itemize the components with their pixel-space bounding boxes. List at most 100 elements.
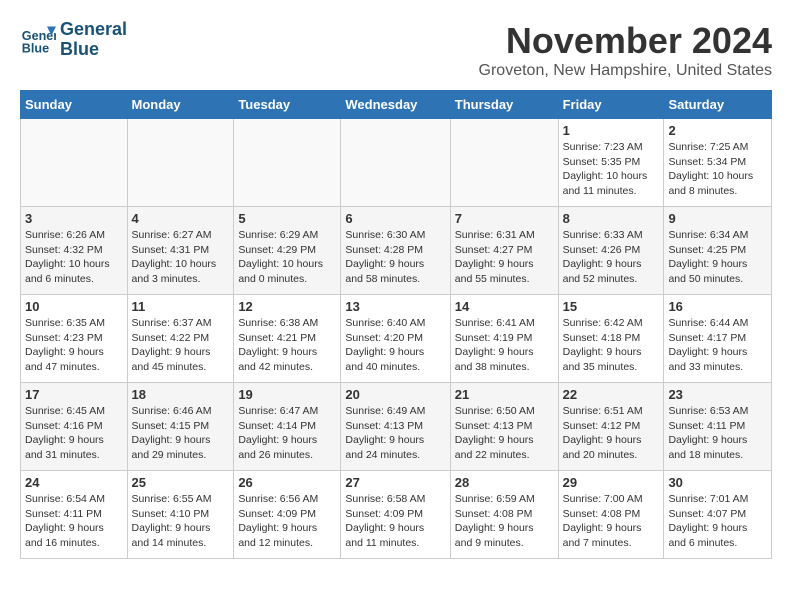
calendar-day-cell: 21 Sunrise: 6:50 AMSunset: 4:13 PMDayligh…: [450, 383, 558, 471]
calendar-day-cell: 28 Sunrise: 6:59 AMSunset: 4:08 PMDayligh…: [450, 471, 558, 559]
calendar-day-cell: 26 Sunrise: 6:56 AMSunset: 4:09 PMDayligh…: [234, 471, 341, 559]
calendar-day-cell: 27Sunrise: 6:58 AMSunset: 4:09 PMDayligh…: [341, 471, 450, 559]
day-number: 15: [563, 299, 660, 314]
day-info: Sunrise: 6:50 AMSunset: 4:13 PMDaylight:…: [455, 404, 554, 463]
calendar-day-cell: 17Sunrise: 6:45 AMSunset: 4:16 PMDayligh…: [21, 383, 128, 471]
weekday-header-thursday: Thursday: [450, 91, 558, 119]
day-number: 30: [668, 475, 767, 490]
day-info: Sunrise: 6:29 AMSunset: 4:29 PMDaylight:…: [238, 228, 336, 287]
weekday-header-friday: Friday: [558, 91, 664, 119]
calendar-day-cell: 18 Sunrise: 6:46 AMSunset: 4:15 PMDayligh…: [127, 383, 234, 471]
calendar-day-cell: 12 Sunrise: 6:38 AMSunset: 4:21 PMDayligh…: [234, 295, 341, 383]
calendar-day-cell: 3Sunrise: 6:26 AMSunset: 4:32 PMDaylight…: [21, 207, 128, 295]
calendar-week-row: 17Sunrise: 6:45 AMSunset: 4:16 PMDayligh…: [21, 383, 772, 471]
page-header: General Blue General Blue November 2024 …: [20, 20, 772, 80]
weekday-header-sunday: Sunday: [21, 91, 128, 119]
day-number: 26: [238, 475, 336, 490]
calendar-day-cell: 5 Sunrise: 6:29 AMSunset: 4:29 PMDaylight…: [234, 207, 341, 295]
calendar-day-cell: 6 Sunrise: 6:30 AMSunset: 4:28 PMDaylight…: [341, 207, 450, 295]
weekday-header-saturday: Saturday: [664, 91, 772, 119]
day-number: 7: [455, 211, 554, 226]
day-number: 16: [668, 299, 767, 314]
calendar-day-cell: 23 Sunrise: 6:53 AMSunset: 4:11 PMDayligh…: [664, 383, 772, 471]
day-number: 9: [668, 211, 767, 226]
day-info: Sunrise: 6:41 AMSunset: 4:19 PMDaylight:…: [455, 316, 554, 375]
day-info: Sunrise: 6:30 AMSunset: 4:28 PMDaylight:…: [345, 228, 445, 287]
calendar-day-cell: 24 Sunrise: 6:54 AMSunset: 4:11 PMDayligh…: [21, 471, 128, 559]
day-info: Sunrise: 6:27 AMSunset: 4:31 PMDaylight:…: [132, 228, 230, 287]
day-info: Sunrise: 6:26 AMSunset: 4:32 PMDaylight:…: [25, 228, 123, 287]
calendar-day-cell: 16 Sunrise: 6:44 AMSunset: 4:17 PMDayligh…: [664, 295, 772, 383]
day-number: 20: [345, 387, 445, 402]
day-number: 28: [455, 475, 554, 490]
day-number: 18: [132, 387, 230, 402]
calendar-day-cell: 10 Sunrise: 6:35 AMSunset: 4:23 PMDayligh…: [21, 295, 128, 383]
calendar-day-cell: [450, 119, 558, 207]
calendar-week-row: 24 Sunrise: 6:54 AMSunset: 4:11 PMDayligh…: [21, 471, 772, 559]
day-number: 19: [238, 387, 336, 402]
day-number: 1: [563, 123, 660, 138]
day-number: 24: [25, 475, 123, 490]
calendar-week-row: 3Sunrise: 6:26 AMSunset: 4:32 PMDaylight…: [21, 207, 772, 295]
calendar-day-cell: 14 Sunrise: 6:41 AMSunset: 4:19 PMDayligh…: [450, 295, 558, 383]
calendar-day-cell: 7Sunrise: 6:31 AMSunset: 4:27 PMDaylight…: [450, 207, 558, 295]
day-info: Sunrise: 6:42 AMSunset: 4:18 PMDaylight:…: [563, 316, 660, 375]
calendar-day-cell: 4 Sunrise: 6:27 AMSunset: 4:31 PMDaylight…: [127, 207, 234, 295]
day-number: 14: [455, 299, 554, 314]
day-number: 17: [25, 387, 123, 402]
day-number: 23: [668, 387, 767, 402]
calendar-day-cell: 11Sunrise: 6:37 AMSunset: 4:22 PMDayligh…: [127, 295, 234, 383]
month-title: November 2024: [479, 20, 772, 62]
day-info: Sunrise: 6:40 AMSunset: 4:20 PMDaylight:…: [345, 316, 445, 375]
day-info: Sunrise: 7:00 AMSunset: 4:08 PMDaylight:…: [563, 492, 660, 551]
day-info: Sunrise: 6:59 AMSunset: 4:08 PMDaylight:…: [455, 492, 554, 551]
day-number: 21: [455, 387, 554, 402]
general-blue-logo-icon: General Blue: [20, 22, 56, 58]
day-info: Sunrise: 6:56 AMSunset: 4:09 PMDaylight:…: [238, 492, 336, 551]
calendar-day-cell: 29 Sunrise: 7:00 AMSunset: 4:08 PMDayligh…: [558, 471, 664, 559]
day-number: 29: [563, 475, 660, 490]
day-info: Sunrise: 7:25 AMSunset: 5:34 PMDaylight:…: [668, 140, 767, 199]
day-info: Sunrise: 6:35 AMSunset: 4:23 PMDaylight:…: [25, 316, 123, 375]
day-info: Sunrise: 6:44 AMSunset: 4:17 PMDaylight:…: [668, 316, 767, 375]
day-number: 6: [345, 211, 445, 226]
day-info: Sunrise: 6:53 AMSunset: 4:11 PMDaylight:…: [668, 404, 767, 463]
calendar-day-cell: [21, 119, 128, 207]
location-subtitle: Groveton, New Hampshire, United States: [479, 62, 772, 80]
day-number: 10: [25, 299, 123, 314]
day-number: 4: [132, 211, 230, 226]
logo-text: General Blue: [60, 20, 127, 60]
day-number: 2: [668, 123, 767, 138]
day-info: Sunrise: 6:51 AMSunset: 4:12 PMDaylight:…: [563, 404, 660, 463]
day-info: Sunrise: 6:46 AMSunset: 4:15 PMDaylight:…: [132, 404, 230, 463]
calendar-day-cell: 13Sunrise: 6:40 AMSunset: 4:20 PMDayligh…: [341, 295, 450, 383]
calendar-day-cell: [234, 119, 341, 207]
day-number: 5: [238, 211, 336, 226]
calendar-table: SundayMondayTuesdayWednesdayThursdayFrid…: [20, 90, 772, 559]
svg-text:Blue: Blue: [22, 41, 49, 55]
calendar-day-cell: 19 Sunrise: 6:47 AMSunset: 4:14 PMDayligh…: [234, 383, 341, 471]
day-number: 12: [238, 299, 336, 314]
calendar-day-cell: [127, 119, 234, 207]
day-info: Sunrise: 6:38 AMSunset: 4:21 PMDaylight:…: [238, 316, 336, 375]
day-info: Sunrise: 6:37 AMSunset: 4:22 PMDaylight:…: [132, 316, 230, 375]
day-info: Sunrise: 6:55 AMSunset: 4:10 PMDaylight:…: [132, 492, 230, 551]
day-info: Sunrise: 7:01 AMSunset: 4:07 PMDaylight:…: [668, 492, 767, 551]
day-info: Sunrise: 6:47 AMSunset: 4:14 PMDaylight:…: [238, 404, 336, 463]
calendar-day-cell: 1Sunrise: 7:23 AMSunset: 5:35 PMDaylight…: [558, 119, 664, 207]
calendar-day-cell: 9 Sunrise: 6:34 AMSunset: 4:25 PMDaylight…: [664, 207, 772, 295]
title-section: November 2024 Groveton, New Hampshire, U…: [479, 20, 772, 80]
day-number: 27: [345, 475, 445, 490]
day-info: Sunrise: 6:49 AMSunset: 4:13 PMDaylight:…: [345, 404, 445, 463]
weekday-header-row: SundayMondayTuesdayWednesdayThursdayFrid…: [21, 91, 772, 119]
day-info: Sunrise: 6:34 AMSunset: 4:25 PMDaylight:…: [668, 228, 767, 287]
day-info: Sunrise: 6:54 AMSunset: 4:11 PMDaylight:…: [25, 492, 123, 551]
calendar-week-row: 10 Sunrise: 6:35 AMSunset: 4:23 PMDayligh…: [21, 295, 772, 383]
day-number: 8: [563, 211, 660, 226]
calendar-day-cell: 2 Sunrise: 7:25 AMSunset: 5:34 PMDaylight…: [664, 119, 772, 207]
calendar-day-cell: 8Sunrise: 6:33 AMSunset: 4:26 PMDaylight…: [558, 207, 664, 295]
calendar-day-cell: 30 Sunrise: 7:01 AMSunset: 4:07 PMDayligh…: [664, 471, 772, 559]
calendar-day-cell: 20 Sunrise: 6:49 AMSunset: 4:13 PMDayligh…: [341, 383, 450, 471]
day-number: 25: [132, 475, 230, 490]
calendar-day-cell: 22Sunrise: 6:51 AMSunset: 4:12 PMDayligh…: [558, 383, 664, 471]
